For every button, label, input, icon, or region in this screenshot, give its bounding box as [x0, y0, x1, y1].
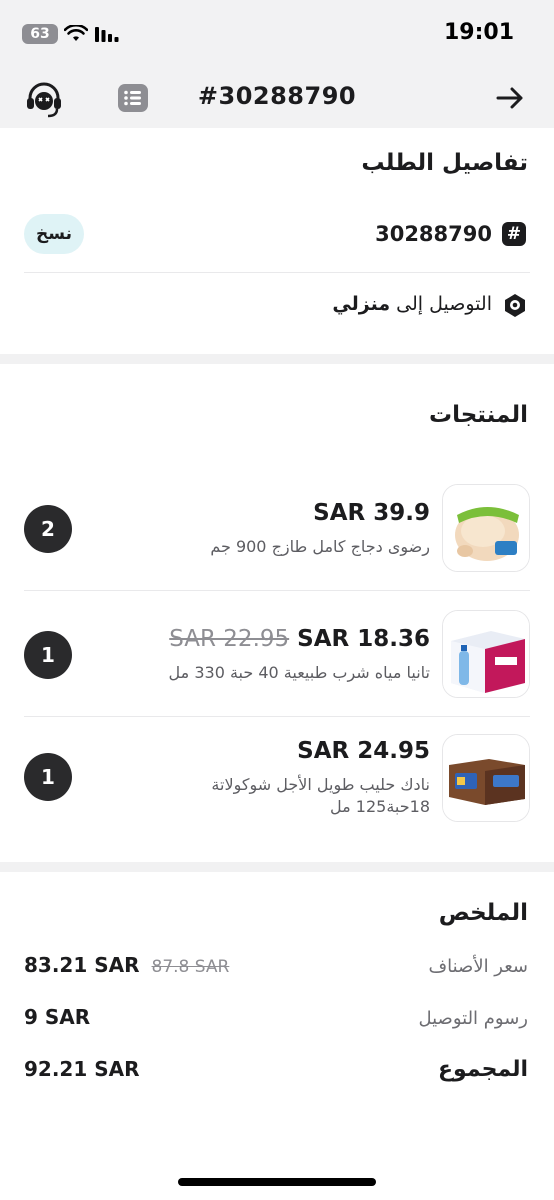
- chicken-product-image: [442, 484, 530, 572]
- hash-icon: #: [502, 222, 526, 246]
- battery-level: 63: [30, 26, 50, 42]
- status-bar: 63 19:01: [0, 0, 554, 70]
- divider: [24, 590, 530, 591]
- section-separator: [0, 354, 554, 364]
- wifi-icon: [64, 25, 88, 41]
- section-separator: [0, 862, 554, 872]
- items-price-label: سعر الأصناف: [428, 956, 528, 977]
- product-name: تانيا مياه شرب طبيعية 40 حبة 330 مل: [168, 663, 430, 682]
- product-price: SAR 22.95 SAR 18.36: [169, 626, 430, 652]
- products-title: المنتجات: [428, 402, 528, 428]
- product-current-price: SAR 18.36: [297, 626, 430, 652]
- order-header: #30288790: [0, 70, 554, 128]
- product-item[interactable]: 1 SAR 22.95 SAR 18.36 تانيا مياه شرب طبيع…: [0, 592, 554, 718]
- delivery-prefix: التوصيل إلى: [396, 293, 492, 315]
- total-value: 92.21 SAR: [24, 1057, 140, 1081]
- battery-icon: 63: [22, 24, 58, 44]
- quantity-badge: 1: [24, 631, 72, 679]
- product-current-price: SAR 24.95: [297, 738, 430, 764]
- home-indicator[interactable]: [178, 1178, 376, 1186]
- water-pack-product-image: [442, 610, 530, 698]
- delivery-fee-value: 9 SAR: [24, 1005, 91, 1029]
- order-details-title: تفاصيل الطلب: [361, 150, 528, 176]
- divider: [24, 716, 530, 717]
- delivery-fee-label: رسوم التوصيل: [418, 1008, 528, 1029]
- product-price: SAR 24.95: [289, 738, 430, 764]
- product-old-price: SAR 22.95: [169, 626, 290, 652]
- copy-button[interactable]: نسخ: [24, 214, 84, 254]
- location-pin-icon: [505, 294, 525, 317]
- arrow-right-icon[interactable]: [494, 82, 526, 114]
- product-current-price: SAR 39.9: [313, 500, 430, 526]
- status-indicators: 63: [22, 24, 120, 44]
- delivery-destination: التوصيل إلى منزلي: [332, 293, 492, 315]
- items-price-current: 83.21 SAR: [24, 953, 140, 977]
- summary-title: الملخص: [438, 900, 528, 926]
- product-item[interactable]: 2 SAR 39.9 رضوى دجاج كامل طازج 900 جم: [0, 466, 554, 592]
- product-item[interactable]: 1 SAR 24.95 نادك حليب طويل الأجل شوكولات…: [0, 718, 554, 844]
- order-details-screen: 63 19:01 #30288790 تفاصيل الطلب نسخ 3028…: [0, 0, 554, 1200]
- milk-pack-product-image: [442, 734, 530, 822]
- divider: [24, 272, 530, 273]
- quantity-badge: 1: [24, 753, 72, 801]
- product-price: SAR 39.9: [305, 500, 430, 526]
- delivery-place: منزلي: [332, 293, 391, 315]
- product-name: رضوى دجاج كامل طازج 900 جم: [210, 537, 430, 556]
- items-price-value: 83.21 SAR 87.8 SAR: [24, 953, 229, 977]
- signal-icon: [95, 27, 119, 42]
- product-name: نادك حليب طويل الأجل شوكولاتة 18حبة125 م…: [211, 775, 430, 816]
- quantity-badge: 2: [24, 505, 72, 553]
- items-price-old: 87.8 SAR: [151, 957, 230, 977]
- total-label: المجموع: [438, 1057, 528, 1082]
- status-time: 19:01: [443, 20, 514, 45]
- order-title: #30288790: [197, 82, 357, 110]
- order-number: 30288790: [375, 222, 492, 246]
